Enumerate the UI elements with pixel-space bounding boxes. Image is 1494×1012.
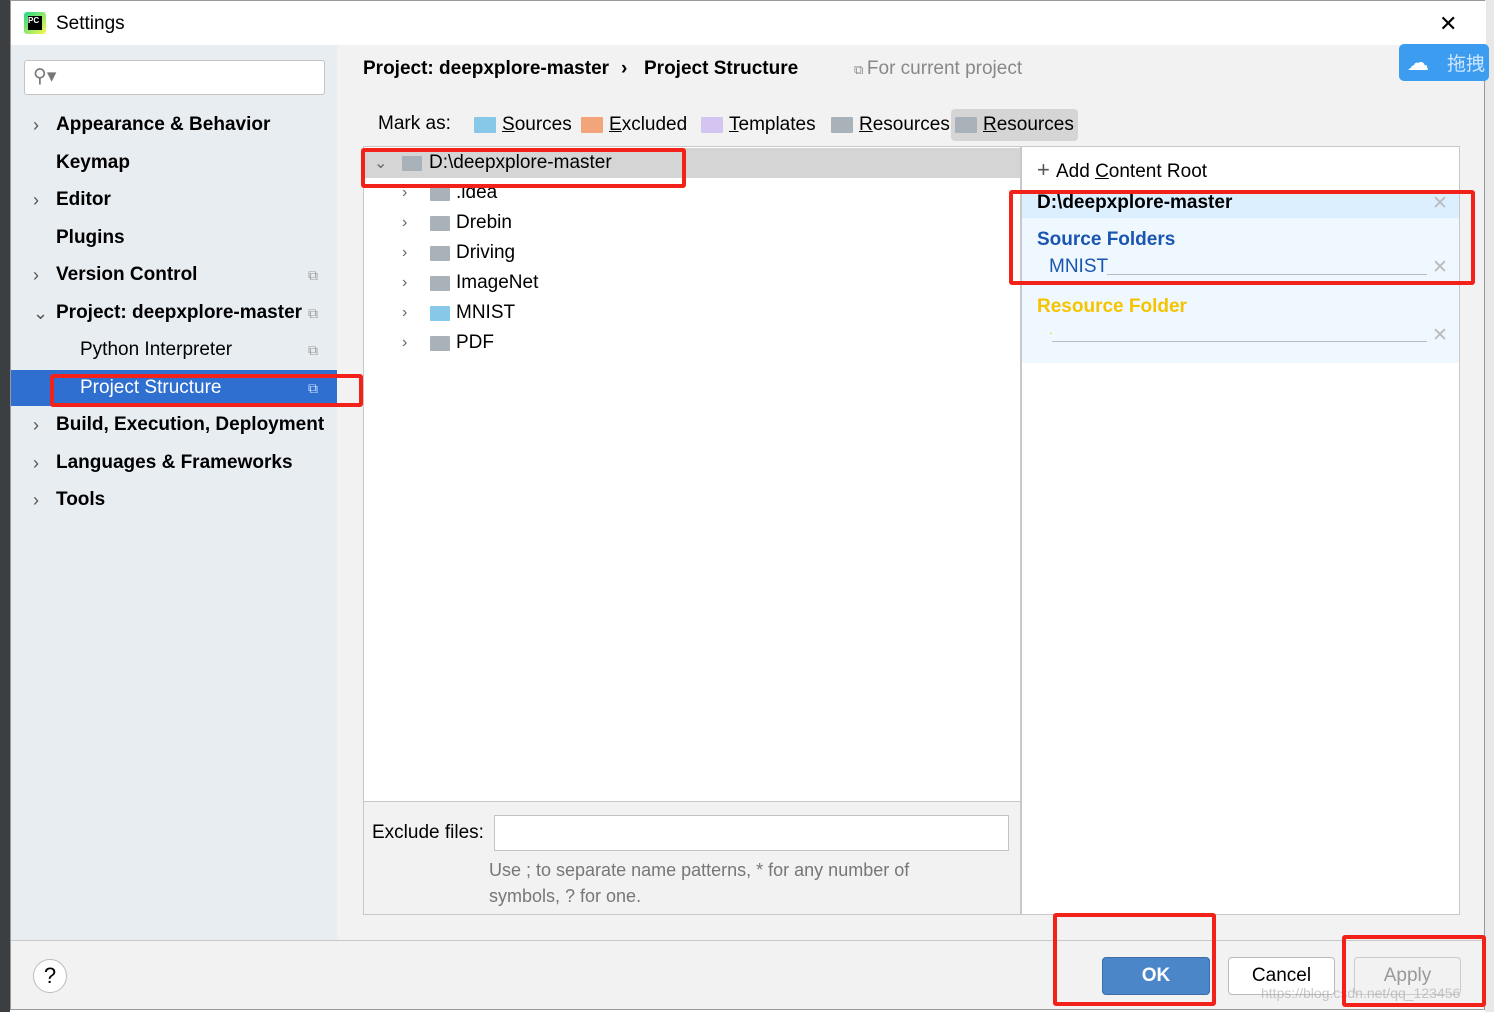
chevron-right-icon: › — [33, 489, 39, 510]
mark-as-templates-button[interactable]: Templates — [701, 109, 816, 141]
search-icon: ⚲▾ — [33, 66, 57, 87]
excluded-folder-icon — [581, 117, 603, 133]
tree-item-drebin[interactable]: › Drebin — [364, 208, 1020, 238]
folder-icon — [430, 275, 450, 291]
sidebar-item-python-interpreter[interactable]: Python Interpreter ⧉ — [11, 332, 337, 368]
exclude-section: Exclude files: Use ; to separate name pa… — [363, 802, 1021, 915]
mark-as-resources-button[interactable]: Resources — [951, 109, 1078, 141]
exclude-label: Exclude files: — [372, 822, 484, 843]
sidebar-item-keymap[interactable]: Keymap — [11, 145, 337, 181]
sidebar-item-label: Project: deepxplore-master — [56, 302, 303, 323]
copy-icon: ⧉ — [308, 341, 318, 358]
highlight-source-folders — [1009, 190, 1475, 285]
sidebar-item-label: Languages & Frameworks — [56, 452, 293, 473]
sidebar: ⚲▾ › Appearance & Behavior Keymap › Editor Pl… — [11, 45, 337, 940]
resource-folder-title: Resource Folder — [1037, 296, 1187, 317]
mark-as-resources-button[interactable]: Resources — [831, 109, 950, 141]
chevron-right-icon: › — [402, 304, 408, 321]
folder-icon — [430, 305, 450, 321]
chevron-right-icon: › — [33, 264, 39, 285]
highlight-apply — [1342, 935, 1486, 1007]
breadcrumb-separator: › — [621, 58, 628, 79]
sidebar-item-project-deepxplore-master[interactable]: ⌄ Project: deepxplore-master ⧉ — [11, 295, 337, 331]
sidebar-item-label: Plugins — [56, 227, 125, 248]
sidebar-item-label: Python Interpreter — [80, 339, 233, 360]
sidebar-item-tools[interactable]: › Tools — [11, 482, 337, 518]
sidebar-item-languages-frameworks[interactable]: › Languages & Frameworks — [11, 445, 337, 481]
cloud-badge[interactable]: ☁ 拖拽 — [1399, 44, 1489, 81]
help-button[interactable]: ? — [33, 959, 67, 993]
chevron-right-icon: › — [33, 414, 39, 435]
breadcrumb-project: Project: deepxplore-master — [363, 58, 610, 79]
add-content-root-button[interactable]: + Add Content Root — [1037, 157, 1207, 183]
background-window-right — [1485, 0, 1494, 1012]
highlight-ok — [1053, 913, 1216, 1006]
window-title: Settings — [56, 13, 125, 34]
sidebar-item-editor[interactable]: › Editor — [11, 182, 337, 218]
sidebar-item-label: Tools — [56, 489, 106, 510]
cloud-icon: ☁ — [1407, 49, 1429, 75]
sidebar-item-appearance-behavior[interactable]: › Appearance & Behavior — [11, 107, 337, 143]
chevron-right-icon: › — [33, 189, 39, 210]
tree-item-driving[interactable]: › Driving — [364, 238, 1020, 268]
chevron-right-icon: › — [402, 214, 408, 231]
pycharm-logo-icon: PC — [24, 12, 46, 34]
plus-icon: + — [1037, 157, 1056, 182]
tree-item-imagenet[interactable]: › ImageNet — [364, 268, 1020, 298]
sidebar-item-label: Editor — [56, 189, 111, 210]
highlight-project-structure — [50, 374, 363, 407]
title-bar: PC Settings ✕ — [11, 1, 1486, 45]
chevron-down-icon: ⌄ — [33, 302, 49, 323]
sidebar-item-label: Appearance & Behavior — [56, 114, 271, 135]
tree-item-pdf[interactable]: › PDF — [364, 328, 1020, 358]
sidebar-item-label: Keymap — [56, 152, 130, 173]
close-icon[interactable]: ✕ — [1439, 11, 1457, 37]
settings-dialog: PC Settings ✕ ⚲▾ › Appearance & Behavior K… — [10, 0, 1489, 1010]
sidebar-item-build-execution-deployment[interactable]: › Build, Execution, Deployment — [11, 407, 337, 443]
sources-folder-icon — [474, 117, 496, 133]
chevron-right-icon: › — [33, 452, 39, 473]
templates-folder-icon — [701, 117, 723, 133]
folder-icon — [430, 335, 450, 351]
copy-icon: ⧉ — [308, 266, 318, 283]
resource-folder-item[interactable]: . — [1049, 323, 1052, 337]
highlight-root — [361, 148, 686, 188]
tree-item-mnist[interactable]: › MNIST — [364, 298, 1020, 328]
mark-as-excluded-button[interactable]: Excluded — [581, 109, 687, 141]
sidebar-item-label: Build, Execution, Deployment — [56, 414, 325, 435]
folder-icon — [430, 245, 450, 261]
background-window — [0, 0, 10, 1012]
resources-folder-icon — [831, 117, 853, 133]
chevron-right-icon: › — [402, 244, 408, 261]
sidebar-item-label: Version Control — [56, 264, 198, 285]
sidebar-item-plugins[interactable]: Plugins — [11, 220, 337, 256]
chevron-right-icon: › — [402, 334, 408, 351]
folder-tree: ⌄ D:\deepxplore-master › .idea › Drebin › Dri… — [363, 146, 1021, 802]
folder-icon — [430, 215, 450, 231]
resources-folder-icon — [955, 117, 977, 133]
sidebar-item-version-control[interactable]: › Version Control ⧉ — [11, 257, 337, 293]
chevron-right-icon: › — [402, 274, 408, 291]
remove-resource-icon[interactable]: ✕ — [1432, 324, 1448, 347]
exclude-files-input[interactable] — [494, 815, 1009, 851]
mark-as-sources-button[interactable]: Sources — [474, 109, 572, 141]
breadcrumb-page: Project Structure — [644, 58, 799, 79]
scope-label: ⧉ For current project — [854, 58, 1023, 79]
exclude-hint: Use ; to separate name patterns, * for a… — [489, 860, 910, 906]
search-input[interactable]: ⚲▾ — [24, 60, 325, 95]
copy-icon: ⧉ — [308, 304, 318, 321]
mark-as-label: Mark as: — [378, 113, 451, 134]
chevron-right-icon: › — [33, 114, 39, 135]
copy-icon: ⧉ — [854, 62, 867, 77]
